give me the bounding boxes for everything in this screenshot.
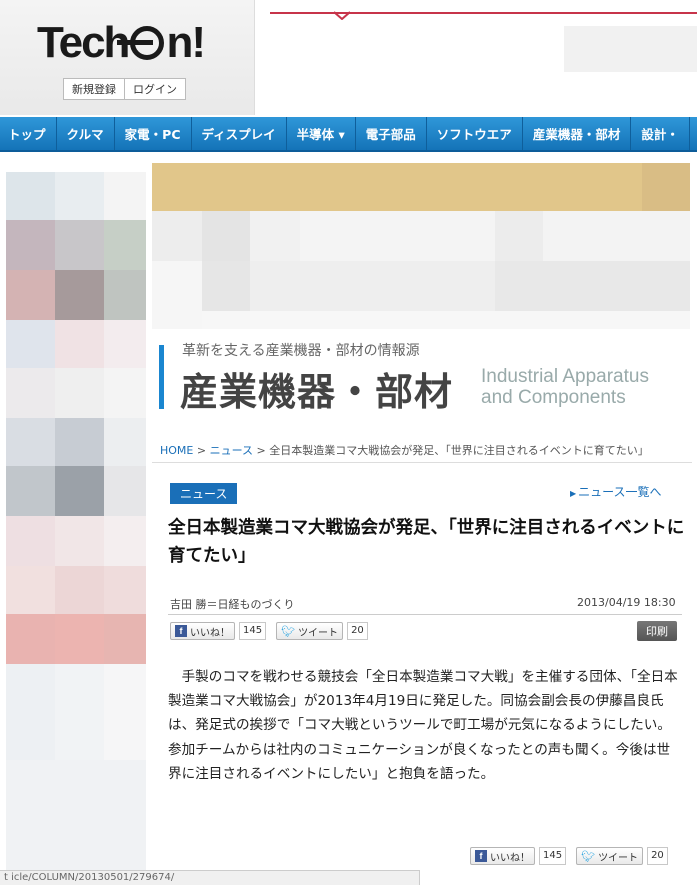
global-nav: トップ クルマ 家電・PC ディスプレイ 半導体 ▾ 電子部品 ソフトウエア 産… (0, 117, 697, 152)
tweet-label: ツイート (298, 627, 339, 639)
site-logo[interactable]: Tech n! (37, 18, 206, 68)
nav-item-appliance-pc[interactable]: 家電・PC (115, 117, 192, 150)
facebook-icon: f (175, 625, 187, 637)
tweet-count-bottom: 20 (647, 847, 668, 865)
section-title-en-line1: Industrial Apparatus (481, 366, 649, 387)
article-title: 全日本製造業コマ大戦協会が発足、「世界に注目されるイベントに育てたい」 (168, 518, 685, 566)
breadcrumb-home[interactable]: HOME (160, 444, 193, 457)
breadcrumb-current: 全日本製造業コマ大戦協会が発足、「世界に注目されるイベントに育てたい」 (269, 444, 649, 457)
breadcrumb-sep: > (256, 444, 266, 457)
article-date: 2013/04/19 18:30 (577, 596, 676, 609)
left-ad-mosaic (6, 172, 146, 870)
article-body: 手製のコマを戦わせる競技会「全日本製造業コマ大戦」を主催する団体、「全日本製造業… (168, 669, 678, 782)
nav-item-display[interactable]: ディスプレイ (192, 117, 287, 150)
nav-item-top[interactable]: トップ (0, 117, 57, 150)
tweet-button[interactable]: 🐦︎ ツイート (276, 622, 344, 640)
social-share-top: f いいね！ 145 🐦︎ ツイート 20 (170, 622, 374, 640)
logo-text-right: n! (166, 18, 206, 67)
register-link[interactable]: 新規登録 (64, 79, 124, 99)
section-tagline: 革新を支える産業機器・部材の情報源 (182, 343, 420, 359)
breadcrumb-sep: > (196, 444, 207, 457)
logo-text-left: Tech (37, 18, 130, 67)
tweet-button-bottom[interactable]: 🐦︎ ツイート (576, 847, 644, 865)
nav-item-components[interactable]: 電子部品 (356, 117, 427, 150)
section-title-en: Industrial Apparatus and Components (481, 366, 649, 408)
browser-status-bar: t icle/COLUMN/20130501/279674/ (0, 870, 420, 885)
breadcrumb: HOME > ニュース > 全日本製造業コマ大戦協会が発足、「世界に注目されるイ… (160, 442, 649, 458)
twitter-bird-icon: 🐦︎ (281, 624, 296, 638)
facebook-like-button-bottom[interactable]: f いいね！ (470, 847, 535, 865)
logo-area: Tech n! 新規登録 ログイン (0, 0, 255, 115)
nav-item-semiconductor[interactable]: 半導体 ▾ (287, 117, 356, 150)
facebook-icon: f (475, 850, 487, 862)
banner-ad-mosaic (152, 163, 690, 329)
social-share-bottom: f いいね！ 145 🐦︎ ツイート 20 (470, 847, 668, 865)
article-author: 吉田 勝＝日経ものづくり (170, 598, 295, 611)
section-title[interactable]: 産業機器・部材 (180, 361, 453, 416)
like-count: 145 (239, 622, 267, 640)
like-label: いいね！ (490, 852, 530, 864)
twitter-bird-icon: 🐦︎ (581, 849, 596, 863)
nav-item-industrial[interactable]: 産業機器・部材 (523, 117, 632, 150)
auth-links: 新規登録 ログイン (63, 78, 186, 100)
tweet-count: 20 (347, 622, 368, 640)
news-list-link[interactable]: ▶ ニュース一覧へ (570, 483, 662, 500)
site-header: Tech n! 新規登録 ログイン (0, 0, 697, 115)
header-notch-icon (334, 11, 350, 20)
breadcrumb-divider (152, 462, 692, 463)
triangle-right-icon: ▶ (570, 489, 577, 498)
nav-item-software[interactable]: ソフトウエア (427, 117, 523, 150)
meta-divider (168, 614, 682, 615)
tweet-label: ツイート (598, 852, 639, 864)
nav-item-car[interactable]: クルマ (57, 117, 115, 150)
banner-top-strip (152, 163, 690, 211)
category-badge[interactable]: ニュース (170, 483, 238, 504)
section-header: 革新を支える産業機器・部材の情報源 産業機器・部材 Industrial App… (152, 333, 697, 425)
like-count-bottom: 145 (539, 847, 567, 865)
header-ad-placeholder (564, 26, 697, 72)
section-accent-bar (159, 345, 164, 409)
like-label: いいね！ (190, 627, 230, 639)
breadcrumb-news[interactable]: ニュース (210, 444, 253, 457)
nav-item-design[interactable]: 設計・ (631, 117, 690, 150)
news-list-label: ニュース一覧へ (578, 485, 662, 499)
section-title-en-line2: and Components (481, 387, 626, 408)
print-button[interactable]: 印刷 (637, 621, 677, 641)
login-link[interactable]: ログイン (124, 79, 185, 99)
logo-o-mark (117, 26, 165, 60)
facebook-like-button[interactable]: f いいね！ (170, 622, 235, 640)
